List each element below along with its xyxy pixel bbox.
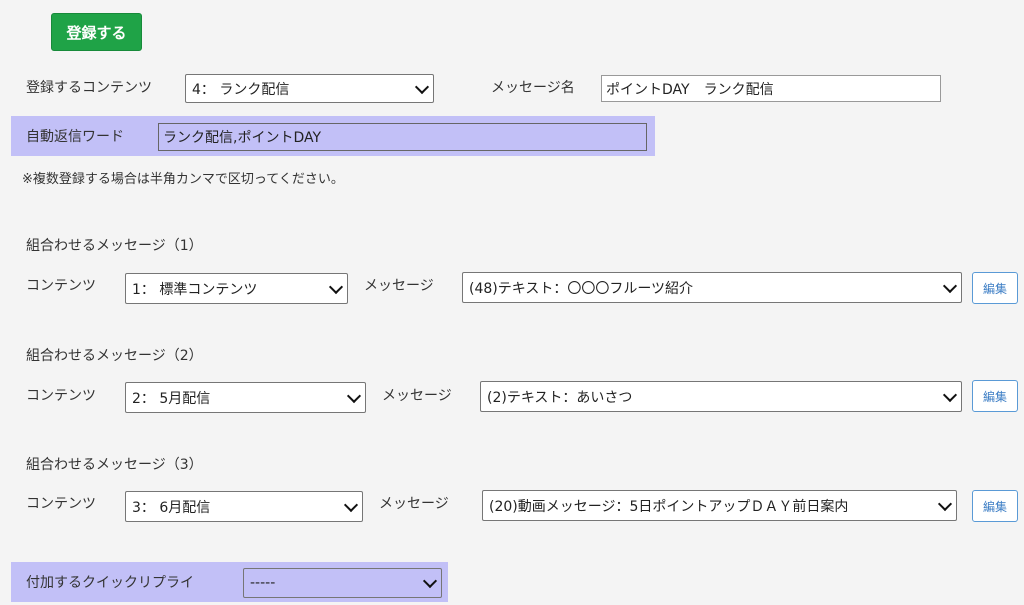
quick-reply-label: 付加するクイックリプライ bbox=[26, 575, 194, 591]
auto-reply-note: ※複数登録する場合は半角カンマで区切ってください。 bbox=[22, 172, 344, 187]
message-name-value: ポイントDAY ランク配信 bbox=[606, 81, 774, 98]
auto-reply-value: ランク配信,ポイントDAY bbox=[163, 130, 322, 146]
chevron-down-icon bbox=[346, 388, 362, 403]
combo-contents-select-1[interactable]: 1： 標準コンテンツ bbox=[125, 273, 348, 304]
combo-title-2: 組合わせるメッセージ（2） bbox=[26, 348, 203, 364]
combo-contents-label-3: コンテンツ bbox=[26, 496, 96, 512]
combo-contents-value-2: 2： 5月配信 bbox=[132, 390, 211, 407]
chevron-down-icon bbox=[942, 278, 958, 293]
edit-button-1[interactable]: 編集 bbox=[972, 272, 1018, 304]
chevron-down-icon bbox=[422, 573, 438, 589]
edit-button-2[interactable]: 編集 bbox=[972, 380, 1018, 412]
combo-title-1: 組合わせるメッセージ（1） bbox=[26, 238, 203, 254]
chevron-down-icon bbox=[942, 387, 958, 402]
combo-contents-select-3[interactable]: 3： 6月配信 bbox=[125, 491, 363, 522]
combo-message-label-3: メッセージ bbox=[379, 496, 449, 512]
message-name-input[interactable]: ポイントDAY ランク配信 bbox=[601, 75, 941, 102]
combo-message-select-1[interactable]: (48)テキスト：〇〇〇フルーツ紹介 bbox=[462, 272, 962, 303]
chevron-down-icon bbox=[343, 497, 359, 512]
chevron-down-icon bbox=[937, 496, 953, 511]
combo-message-select-2[interactable]: (2)テキスト：あいさつ bbox=[480, 381, 962, 412]
quick-reply-select[interactable]: ----- bbox=[243, 568, 442, 598]
combo-message-label-2: メッセージ bbox=[382, 388, 452, 404]
auto-reply-input[interactable]: ランク配信,ポイントDAY bbox=[158, 123, 647, 151]
combo-contents-value-1: 1： 標準コンテンツ bbox=[132, 281, 258, 298]
content-label: 登録するコンテンツ bbox=[26, 80, 152, 96]
content-select-value: 4： ランク配信 bbox=[192, 81, 290, 98]
chevron-down-icon bbox=[414, 79, 430, 94]
combo-message-value-3: (20)動画メッセージ：5日ポイントアップＤＡＹ前日案内 bbox=[489, 498, 849, 515]
edit-button-3[interactable]: 編集 bbox=[972, 490, 1018, 522]
combo-contents-label-2: コンテンツ bbox=[26, 388, 96, 404]
combo-message-select-3[interactable]: (20)動画メッセージ：5日ポイントアップＤＡＹ前日案内 bbox=[482, 490, 957, 521]
combo-contents-value-3: 3： 6月配信 bbox=[132, 499, 211, 516]
combo-contents-label-1: コンテンツ bbox=[26, 278, 96, 294]
message-name-label: メッセージ名 bbox=[491, 80, 575, 96]
combo-contents-select-2[interactable]: 2： 5月配信 bbox=[125, 382, 366, 413]
combo-message-label-1: メッセージ bbox=[364, 278, 434, 294]
chevron-down-icon bbox=[328, 279, 344, 294]
combo-message-value-1: (48)テキスト：〇〇〇フルーツ紹介 bbox=[469, 280, 694, 297]
register-button[interactable]: 登録する bbox=[51, 13, 142, 51]
combo-title-3: 組合わせるメッセージ（3） bbox=[26, 457, 203, 473]
combo-message-value-2: (2)テキスト：あいさつ bbox=[487, 389, 633, 406]
auto-reply-label: 自動返信ワード bbox=[26, 129, 124, 145]
content-select[interactable]: 4： ランク配信 bbox=[185, 74, 434, 103]
quick-reply-value: ----- bbox=[250, 575, 276, 591]
